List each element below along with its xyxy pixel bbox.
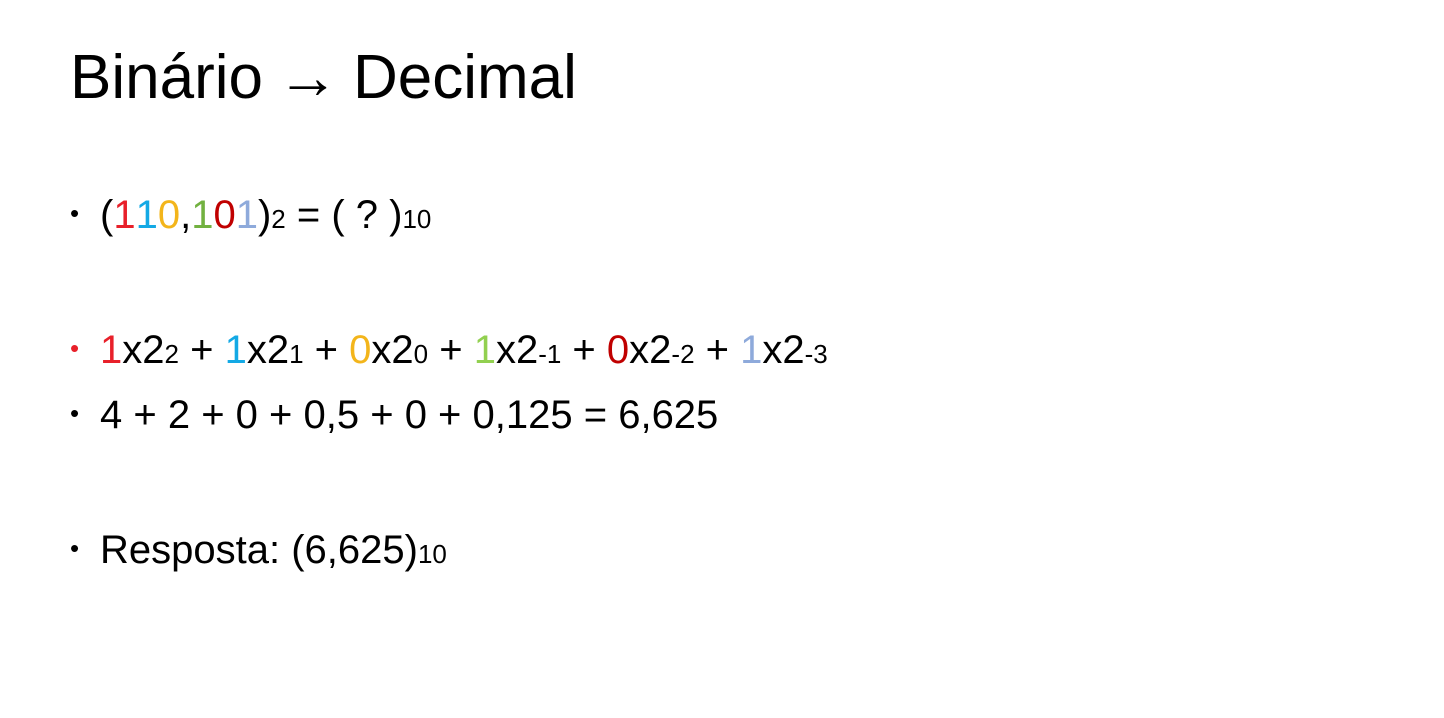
term-digit: 1 (224, 328, 247, 372)
term-digit: 0 (606, 328, 630, 372)
bullet-sum: • 4 + 2 + 0 + 0,5 + 0 + 0,125 = 6,625 (70, 390, 718, 444)
binary-digit: 0 (157, 193, 181, 237)
bullet-marker: • (70, 533, 80, 563)
term-separator: + (694, 328, 741, 372)
term-digit: 1 (100, 328, 123, 372)
term-separator: + (303, 328, 350, 372)
term-separator: + (178, 328, 225, 372)
term-base: x2 (122, 328, 165, 372)
title-right: Decimal (353, 43, 577, 112)
binary-digit: 1 (113, 193, 136, 237)
binary-digit: 1 (191, 193, 214, 237)
slide: Binário → Decimal • ( 1 1 0 , 1 0 1 ) 2 = … (0, 0, 1444, 718)
bullet-marker: • (70, 333, 80, 363)
answer-text: Resposta: (6,625) (100, 528, 418, 572)
title-left: Binário (70, 43, 263, 112)
bullet-marker: • (70, 398, 80, 428)
term-separator: + (561, 328, 607, 372)
term-digit: 1 (740, 328, 763, 372)
paren-open: ( (100, 193, 114, 237)
binary-digit: 0 (213, 193, 236, 237)
bullet-marker: • (70, 198, 80, 228)
binary-digit: 1 (135, 193, 158, 237)
equals-unknown: = ( ? ) (285, 193, 403, 237)
bullet-expansion: • 1 x2 2 + 1 x2 1 + 0 x2 0 + 1 x2 -1 + 0 x2 -2 + 1… (70, 325, 828, 379)
right-arrow-icon: → (277, 43, 339, 112)
decimal-comma: , (180, 193, 192, 237)
binary-digit: 1 (235, 193, 258, 237)
term-base: x2 (762, 328, 805, 372)
slide-title: Binário → Decimal (70, 40, 577, 116)
term-base: x2 (246, 328, 290, 372)
bullet-answer: • Resposta: (6,625) 10 (70, 525, 447, 579)
term-base: x2 (629, 328, 672, 372)
term-base: x2 (371, 328, 414, 372)
bullet-question: • ( 1 1 0 , 1 0 1 ) 2 = ( ? ) 10 (70, 190, 431, 244)
sum-text: 4 + 2 + 0 + 0,5 + 0 + 0,125 = 6,625 (100, 393, 719, 437)
term-digit: 1 (473, 328, 496, 372)
term-base: x2 (495, 328, 539, 372)
paren-close: ) (257, 193, 272, 237)
term-separator: + (428, 328, 474, 372)
term-digit: 0 (349, 328, 372, 372)
